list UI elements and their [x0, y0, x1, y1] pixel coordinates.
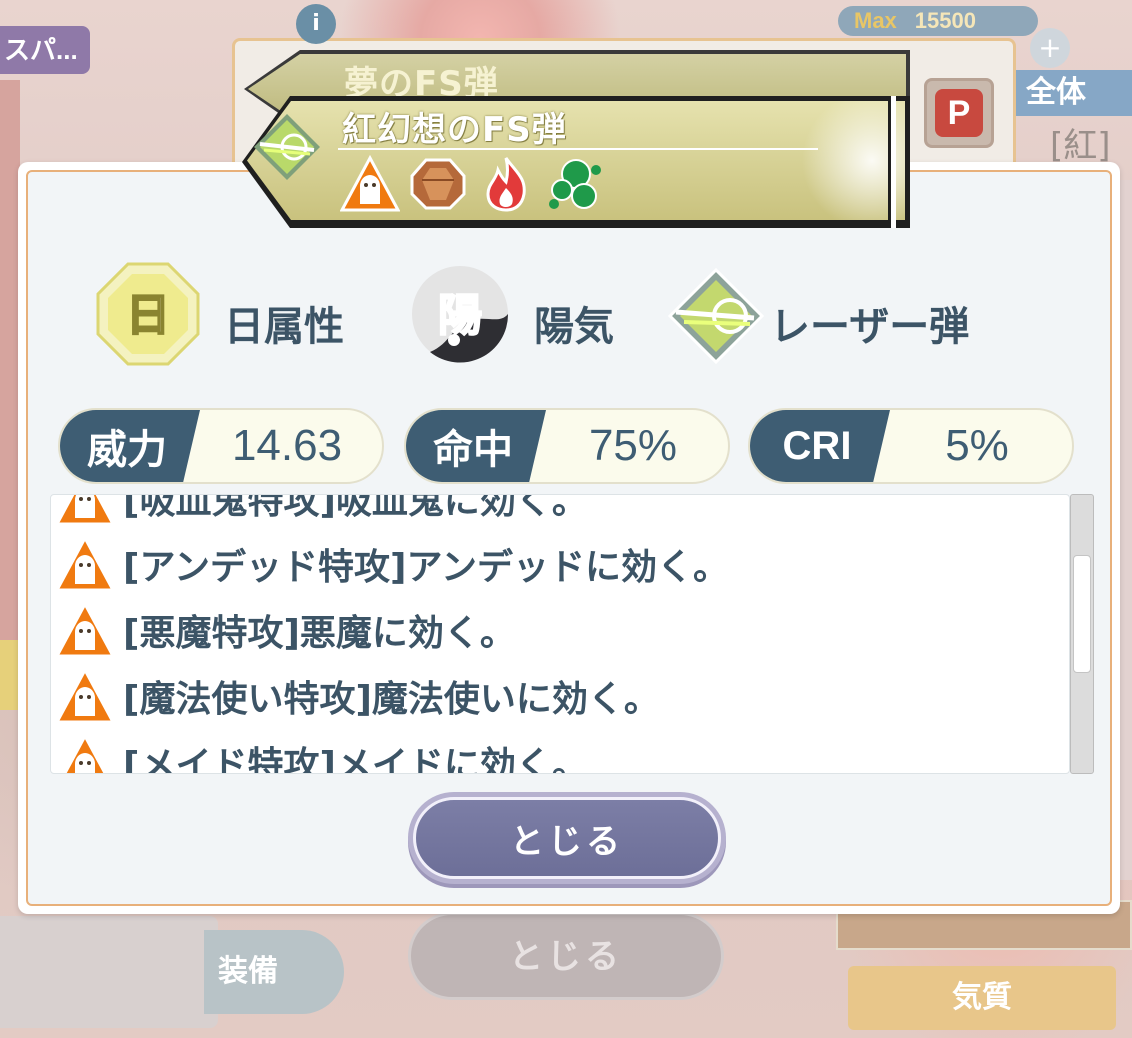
- bullet-trait-icons: [339, 154, 604, 214]
- effect-list-scrollbar[interactable]: [1070, 494, 1094, 774]
- energy-label: 陽気: [534, 304, 614, 350]
- max-label: Max: [854, 8, 897, 33]
- sun-attribute-icon: 日: [96, 262, 200, 366]
- banner-endcap: [888, 96, 896, 228]
- p-icon: P: [935, 89, 983, 137]
- effect-text: [アンデッド特攻]アンデッドに効く。: [123, 547, 730, 588]
- effect-row: [悪魔特攻]悪魔に効く。: [51, 597, 1039, 663]
- bullet-banner-primary: 紅幻想のFS弾: [242, 96, 910, 228]
- effect-list[interactable]: [吸血鬼特攻]吸血鬼に効く。 [アンデッド特攻]アンデッドに効く。 [悪魔特攻]悪魔…: [50, 494, 1070, 774]
- ghost-warning-icon: [54, 495, 116, 528]
- close-button-label: とじる: [413, 797, 721, 879]
- close-button[interactable]: とじる: [408, 792, 726, 884]
- scrollbar-thumb[interactable]: [1073, 555, 1091, 673]
- ghost-warning-icon: [54, 534, 116, 594]
- effect-text: [メイド特攻]メイドに効く。: [123, 745, 588, 774]
- stat-accuracy: 命中 75%: [404, 408, 730, 484]
- effect-row: [魔法使い特攻]魔法使いに効く。: [51, 663, 1039, 729]
- background-temperament-tab: 気質: [848, 966, 1116, 1030]
- background-kurenai-text: [紅]: [1050, 126, 1111, 166]
- stat-accuracy-key: 命中: [406, 410, 546, 482]
- poison-icon: [544, 154, 604, 214]
- background-card-strip: [0, 80, 20, 640]
- yang-energy-icon: 陽: [410, 264, 510, 364]
- sun-attribute-glyph: 日: [126, 290, 170, 341]
- bullet-title-primary: 紅幻想のFS弾: [342, 110, 567, 150]
- effect-row: [吸血鬼特攻]吸血鬼に効く。: [51, 494, 1039, 531]
- bullet-type-label: レーザー弾: [770, 304, 970, 350]
- effect-row: [メイド特攻]メイドに効く。: [51, 729, 1039, 774]
- effect-list-content: [吸血鬼特攻]吸血鬼に効く。 [アンデッド特攻]アンデッドに効く。 [悪魔特攻]悪魔…: [51, 494, 1039, 774]
- background-p-button: P: [924, 78, 994, 148]
- effect-text: [悪魔特攻]悪魔に効く。: [123, 613, 516, 654]
- banner-divider: [338, 148, 818, 150]
- background-close-button: とじる: [408, 912, 724, 1000]
- ghost-warning-icon: [54, 600, 116, 660]
- stat-critical: CRI 5%: [748, 408, 1074, 484]
- background-equip-button: 装備: [204, 930, 344, 1014]
- effect-text: [魔法使い特攻]魔法使いに効く。: [123, 679, 660, 720]
- stat-accuracy-value: 75%: [588, 421, 678, 470]
- stat-power-key: 威力: [60, 410, 200, 482]
- effect-text: [吸血鬼特攻]吸血鬼に効く。: [123, 494, 588, 522]
- attribute-label: 日属性: [224, 304, 344, 350]
- info-icon: i: [296, 4, 336, 44]
- background-zentai-tab: 全体: [1016, 70, 1132, 116]
- stat-critical-key: CRI: [750, 410, 890, 482]
- effect-row: [アンデッド特攻]アンデッドに効く。: [51, 531, 1039, 597]
- background-equip-panel: [0, 916, 218, 1028]
- stat-power-value: 14.63: [231, 421, 343, 470]
- ghost-warning-icon: [339, 154, 401, 214]
- background-tag: スパ...: [0, 26, 90, 74]
- background-max-counter: Max 15500: [838, 6, 1038, 36]
- ghost-warning-icon: [54, 666, 116, 726]
- gem-icon: [408, 154, 468, 214]
- fire-icon: [476, 154, 536, 214]
- background-card-yellow: [0, 640, 20, 710]
- plus-icon: +: [1030, 28, 1070, 68]
- max-value: 15500: [914, 8, 976, 33]
- laser-bullet-icon: [666, 266, 766, 366]
- ghost-warning-icon: [55, 732, 115, 773]
- yang-energy-glyph: 陽: [438, 290, 482, 341]
- stat-power: 威力 14.63: [58, 408, 384, 484]
- stat-critical-value: 5%: [945, 421, 1009, 470]
